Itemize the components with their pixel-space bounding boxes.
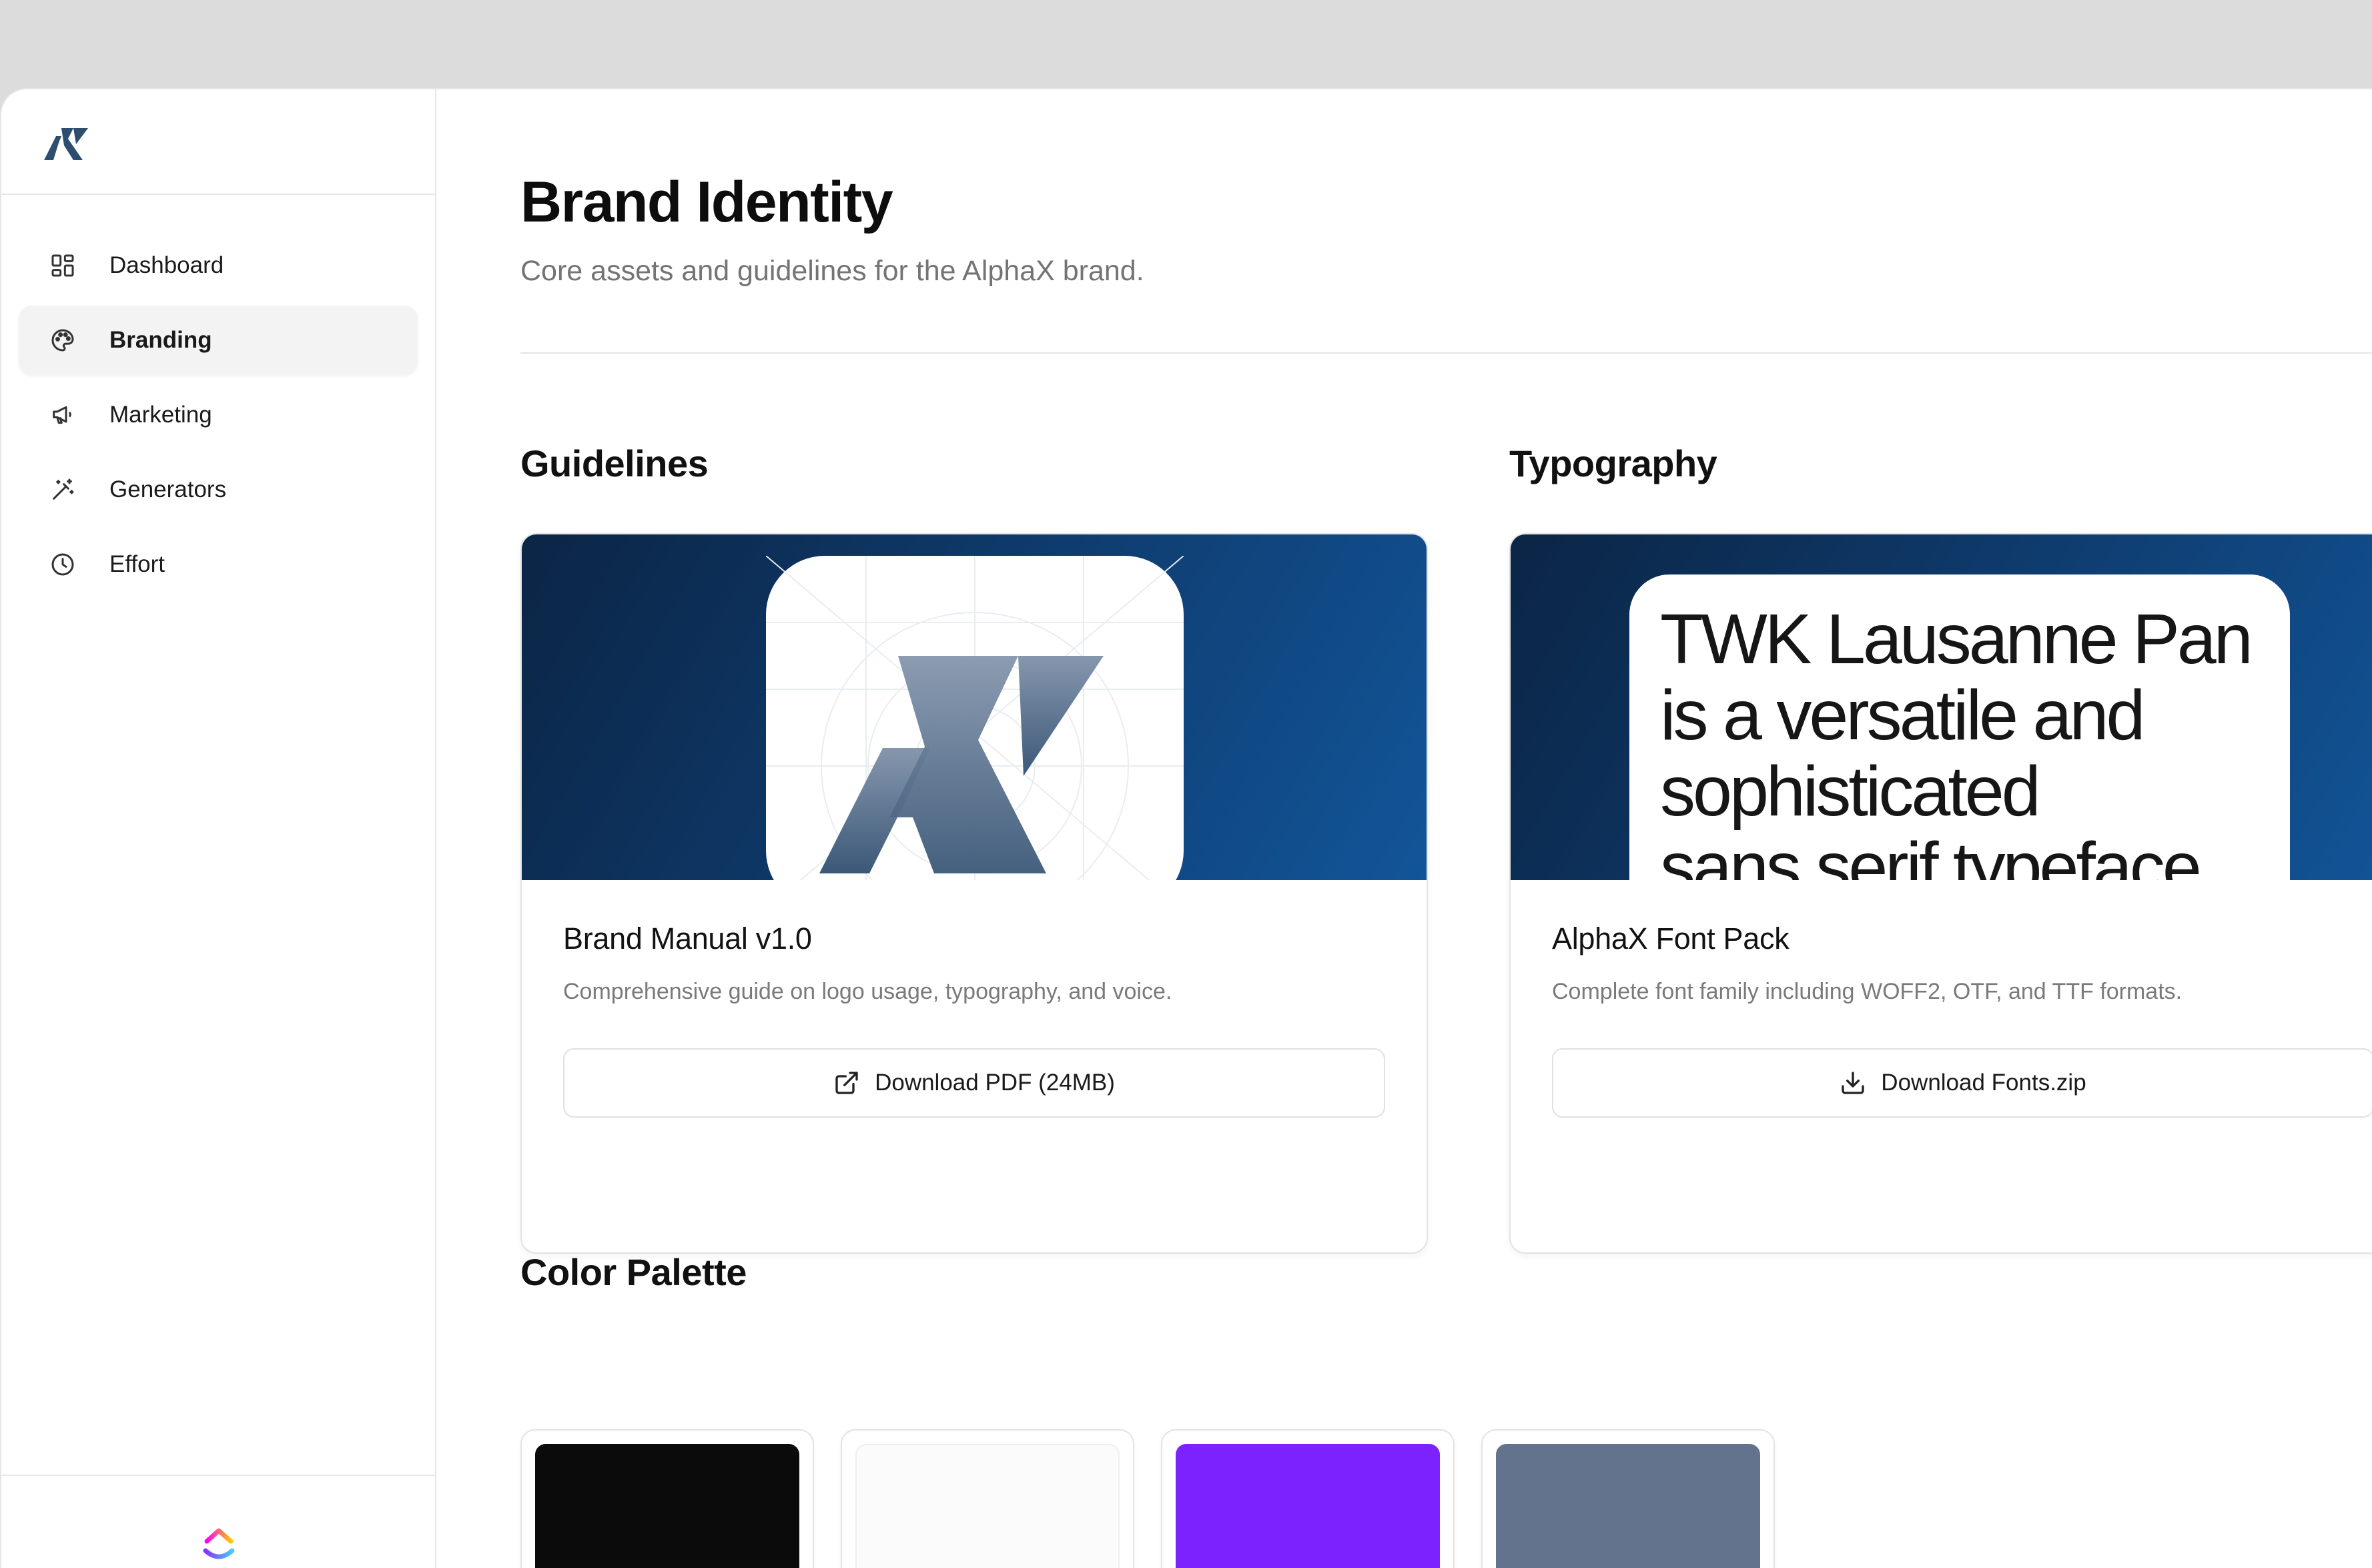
sidebar-header [1, 89, 435, 195]
sidebar-item-label: Marketing [109, 402, 212, 428]
clock-icon [48, 550, 77, 579]
color-swatch-card[interactable] [1481, 1429, 1775, 1568]
specimen-line: sophisticated [1660, 752, 2041, 831]
download-pdf-button[interactable]: Download PDF (24MB) [563, 1048, 1385, 1118]
color-swatch [1176, 1444, 1440, 1568]
sidebar-item-effort[interactable]: Effort [19, 530, 418, 599]
sidebar-nav: Dashboard Branding Marketing Generators … [19, 231, 418, 605]
download-fonts-button[interactable]: Download Fonts.zip [1552, 1048, 2372, 1118]
header-divider [520, 352, 2372, 354]
section-title-color-palette: Color Palette [520, 1251, 747, 1293]
dashboard-icon [48, 251, 77, 280]
color-swatch [535, 1444, 799, 1568]
specimen-line: is a versatile and [1660, 676, 2145, 755]
brand-manual-card: Brand Manual v1.0 Comprehensive guide on… [520, 533, 1428, 1254]
megaphone-icon [48, 400, 77, 430]
button-label: Download Fonts.zip [1881, 1070, 2086, 1096]
page-title: Brand Identity [520, 170, 893, 234]
font-pack-card: TWK Lausanne Pan is a versatile and soph… [1509, 533, 2372, 1254]
specimen-line: TWK Lausanne Pan [1660, 600, 2253, 679]
section-title-typography: Typography [1509, 442, 1717, 484]
section-title-guidelines: Guidelines [520, 442, 709, 484]
color-swatch [1496, 1444, 1760, 1568]
sidebar-item-label: Branding [109, 327, 212, 353]
palette-icon [48, 326, 77, 355]
download-icon [1842, 1072, 1864, 1094]
sidebar-item-label: Effort [109, 551, 165, 577]
sidebar-item-marketing[interactable]: Marketing [19, 380, 418, 450]
brand-manual-preview [522, 534, 1427, 880]
color-swatch-card[interactable] [520, 1429, 814, 1568]
font-pack-preview: TWK Lausanne Pan is a versatile and soph… [1511, 534, 2372, 880]
main-content: Brand Identity Core assets and guideline… [520, 89, 2372, 1568]
app-window: Dashboard Branding Marketing Generators … [0, 88, 2372, 1568]
font-pack-card-body: AlphaX Font Pack Complete font family in… [1552, 921, 2372, 1118]
alphax-logo-icon[interactable] [41, 123, 91, 163]
color-swatch-card[interactable] [1161, 1429, 1455, 1568]
card-description: Complete font family including WOFF2, OT… [1552, 979, 2183, 1004]
color-swatch [855, 1444, 1120, 1568]
sidebar-footer [1, 1475, 435, 1568]
brand-manual-card-body: Brand Manual v1.0 Comprehensive guide on… [563, 921, 1385, 1118]
sidebar-item-branding[interactable]: Branding [19, 306, 418, 375]
sidebar-item-label: Generators [109, 476, 227, 502]
sidebar: Dashboard Branding Marketing Generators … [1, 89, 436, 1568]
color-swatch-card[interactable] [841, 1429, 1134, 1568]
page-subtitle: Core assets and guidelines for the Alpha… [520, 255, 1144, 287]
external-link-icon [835, 1072, 858, 1094]
card-description: Comprehensive guide on logo usage, typog… [563, 979, 1172, 1004]
sidebar-item-dashboard[interactable]: Dashboard [19, 231, 418, 300]
magic-wand-icon [48, 475, 77, 504]
typeface-specimen: TWK Lausanne Pan is a versatile and soph… [1629, 574, 2290, 880]
sidebar-item-generators[interactable]: Generators [19, 455, 418, 524]
specimen-line: sans serif typeface [1660, 828, 2202, 880]
sidebar-item-label: Dashboard [109, 252, 224, 278]
button-label: Download PDF (24MB) [875, 1070, 1115, 1096]
card-title: AlphaX Font Pack [1552, 921, 1790, 955]
logo-preview-tile [765, 555, 1184, 880]
alphax-logo-construction [765, 555, 1184, 880]
card-title: Brand Manual v1.0 [563, 921, 812, 955]
clickup-icon[interactable] [199, 1523, 239, 1563]
